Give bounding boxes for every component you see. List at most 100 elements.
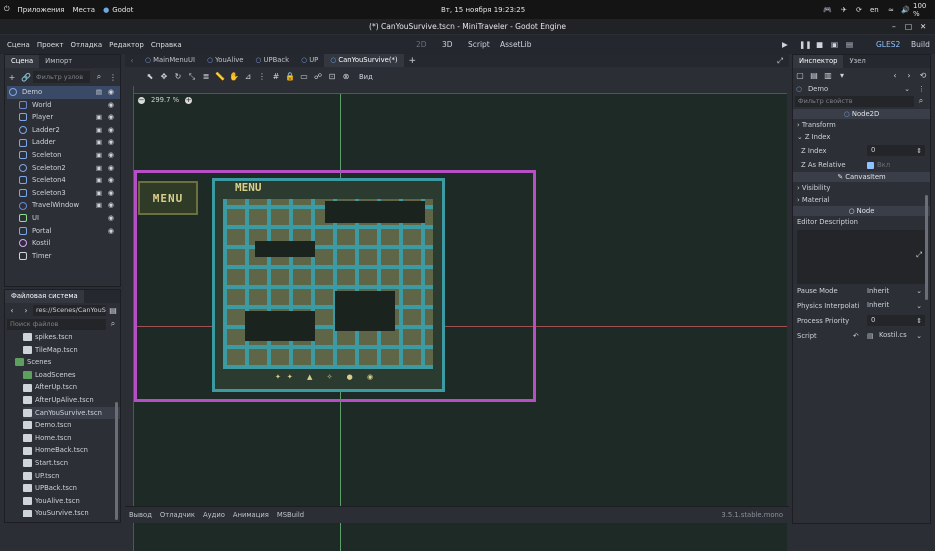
file-item[interactable]: UPBack.tscn bbox=[23, 482, 120, 495]
visibility-eye-icon[interactable]: ◉ bbox=[108, 174, 114, 187]
object-menu-icon[interactable]: ⋮ bbox=[918, 85, 925, 93]
link-icon[interactable]: 🔗 bbox=[19, 71, 33, 84]
ruler-tool-icon[interactable]: 📏 bbox=[213, 70, 227, 83]
tab-import[interactable]: Импорт bbox=[39, 55, 78, 68]
tab-node[interactable]: Узел bbox=[843, 55, 871, 68]
visibility-eye-icon[interactable]: ◉ bbox=[108, 99, 114, 112]
file-item[interactable]: Start.tscn bbox=[23, 457, 120, 470]
workspace-2d[interactable]: 2D bbox=[416, 40, 427, 49]
gamepad-icon[interactable]: 🎮 bbox=[823, 6, 832, 14]
scene-node-2[interactable]: Player ◉ ▣ bbox=[7, 111, 120, 124]
tab-left-icon[interactable]: ‹ bbox=[125, 54, 139, 67]
menu-editor[interactable]: Редактор bbox=[109, 41, 144, 49]
instance-icon[interactable]: ▣ bbox=[96, 174, 102, 187]
maximize-icon[interactable]: □ bbox=[905, 19, 912, 34]
scene-node-8[interactable]: Sceleton3 ◉ ▣ bbox=[7, 187, 120, 200]
dropdown-icon[interactable]: ⌄ bbox=[916, 287, 922, 295]
telegram-icon[interactable]: ✈ bbox=[841, 6, 847, 14]
scene-node-4[interactable]: Ladder ◉ ▣ bbox=[7, 136, 120, 149]
open-resource-icon[interactable]: ▤ bbox=[807, 69, 821, 82]
lock-icon[interactable]: 🔒 bbox=[283, 70, 297, 83]
visibility-eye-icon[interactable]: ◉ bbox=[108, 187, 114, 200]
scene-node-9[interactable]: TravelWindow ◉ ▣ bbox=[7, 199, 120, 212]
app-name[interactable]: Godot bbox=[112, 6, 133, 14]
group-visibility[interactable]: › Visibility bbox=[793, 182, 930, 194]
visibility-eye-icon[interactable]: ◉ bbox=[108, 111, 114, 124]
bottom-tab[interactable]: Анимация bbox=[229, 509, 273, 522]
play-icon[interactable]: ▶ bbox=[782, 40, 788, 49]
group-transform[interactable]: › Transform bbox=[793, 119, 930, 131]
instance-icon[interactable]: ▣ bbox=[96, 199, 102, 212]
dropdown-icon[interactable]: ⌄ bbox=[916, 302, 922, 310]
revert-icon[interactable]: ↶ bbox=[853, 332, 859, 340]
play-custom-icon[interactable]: ▤ bbox=[846, 40, 853, 49]
split-view-icon[interactable]: ▤ bbox=[106, 304, 120, 317]
zoom-in-icon[interactable]: + bbox=[185, 96, 193, 104]
bottom-tab[interactable]: Аудио bbox=[199, 509, 229, 522]
search-icon[interactable]: ⌕ bbox=[92, 71, 106, 84]
resource-menu-icon[interactable]: ▾ bbox=[835, 69, 849, 82]
scene-node-1[interactable]: World ◉ bbox=[7, 99, 120, 112]
node-filter-input[interactable]: Фильтр узлов bbox=[33, 71, 90, 83]
file-item[interactable]: AfterUp.tscn bbox=[23, 381, 120, 394]
save-resource-icon[interactable]: ▥ bbox=[821, 69, 835, 82]
lang-indicator[interactable]: en bbox=[870, 6, 879, 14]
visibility-eye-icon[interactable]: ◉ bbox=[108, 199, 114, 212]
history-icon[interactable]: ⟲ bbox=[916, 69, 930, 82]
menu-project[interactable]: Проект bbox=[37, 41, 64, 49]
grid-icon[interactable]: # bbox=[269, 70, 283, 83]
list-tool-icon[interactable]: ≣ bbox=[199, 70, 213, 83]
tab-scene[interactable]: Сцена bbox=[5, 55, 40, 68]
editor-tab[interactable]: ○ YouAlive bbox=[201, 54, 249, 67]
search-icon[interactable]: ⌕ bbox=[914, 95, 928, 108]
file-item[interactable]: CanYouSurvive.tscn bbox=[23, 406, 120, 420]
close-icon[interactable]: ✕ bbox=[920, 19, 926, 34]
new-resource-icon[interactable]: ▢ bbox=[793, 69, 807, 82]
viewport-2d[interactable]: − 299.7 % + MENU MENU ✦✦ ▲ ✧ ● ◉ bbox=[126, 86, 787, 551]
volume-icon[interactable]: 🔊 bbox=[901, 6, 910, 14]
file-item[interactable]: HomeBack.tscn bbox=[23, 444, 120, 457]
file-item[interactable]: AfterUpAlive.tscn bbox=[23, 394, 120, 407]
instance-icon[interactable]: ▣ bbox=[96, 136, 102, 149]
minimize-icon[interactable]: – bbox=[892, 19, 896, 34]
network-icon[interactable]: ≈ bbox=[888, 6, 894, 14]
instance-icon[interactable]: ▣ bbox=[96, 149, 102, 162]
file-scrollbar[interactable] bbox=[115, 402, 118, 520]
selected-node-row[interactable]: ○ Demo ⌄ ⋮ bbox=[793, 83, 930, 95]
skeleton-icon[interactable]: ☍ bbox=[311, 70, 325, 83]
editor-tab[interactable]: ○ UPBack bbox=[249, 54, 295, 67]
apps-menu[interactable]: Приложения bbox=[18, 6, 65, 14]
zoom-level[interactable]: 299.7 % bbox=[151, 96, 179, 104]
script-field[interactable]: Kostil.cs bbox=[875, 330, 921, 341]
tab-inspector[interactable]: Инспектор bbox=[793, 55, 844, 68]
bottom-tab[interactable]: MSBuild bbox=[273, 509, 308, 522]
sync-icon[interactable]: ⟳ bbox=[856, 6, 862, 14]
menu-debug[interactable]: Отладка bbox=[70, 41, 102, 49]
build-button[interactable]: Build bbox=[911, 40, 930, 49]
pan-tool-icon[interactable]: ✋ bbox=[227, 70, 241, 83]
bone-icon[interactable]: ⊗ bbox=[339, 70, 353, 83]
menu-kebab-icon[interactable]: ⋮ bbox=[106, 71, 120, 84]
dropdown-icon[interactable]: ⌄ bbox=[916, 332, 922, 340]
scale-tool-icon[interactable]: ⤡ bbox=[185, 70, 199, 83]
instance-icon[interactable]: ▣ bbox=[96, 124, 102, 137]
visibility-eye-icon[interactable]: ◉ bbox=[108, 149, 114, 162]
stop-icon[interactable]: ■ bbox=[816, 40, 823, 49]
rotate-tool-icon[interactable]: ↻ bbox=[171, 70, 185, 83]
search-icon[interactable]: ⌕ bbox=[106, 318, 120, 331]
power-icon[interactable]: ⏻ bbox=[4, 5, 10, 14]
move-tool-icon[interactable]: ✥ bbox=[157, 70, 171, 83]
scene-node-13[interactable]: Timer bbox=[7, 250, 120, 263]
battery-level[interactable]: 100 % bbox=[913, 2, 935, 18]
scene-node-6[interactable]: Sceleton2 ◉ ▣ bbox=[7, 162, 120, 175]
file-search-input[interactable]: Поиск файлов bbox=[7, 318, 106, 330]
clock[interactable]: Вт, 15 ноября 19:23:25 bbox=[441, 6, 525, 14]
file-item[interactable]: UP.tscn bbox=[23, 470, 120, 483]
scene-node-3[interactable]: Ladder2 ◉ ▣ bbox=[7, 124, 120, 137]
add-node-icon[interactable]: + bbox=[5, 71, 19, 84]
script-icon[interactable]: ▤ bbox=[96, 86, 102, 99]
group-icon[interactable]: ▭ bbox=[297, 70, 311, 83]
file-item[interactable]: Demo.tscn bbox=[23, 419, 120, 432]
visibility-eye-icon[interactable]: ◉ bbox=[108, 124, 114, 137]
property-filter-input[interactable]: Фильтр свойств bbox=[795, 95, 914, 107]
